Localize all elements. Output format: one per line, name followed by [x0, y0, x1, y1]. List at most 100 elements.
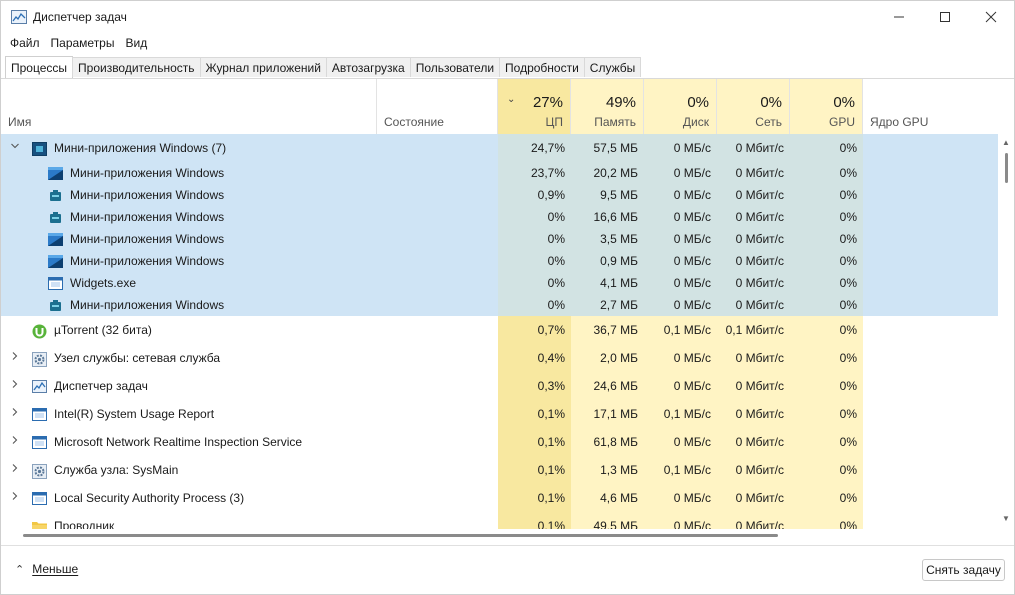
table-row[interactable]: Узел службы: сетевая служба 0,4% 2,0 МБ 0 М…	[1, 344, 998, 372]
table-row[interactable]: µTorrent (32 бита) 0,7% 36,7 МБ 0,1 МБ/с 0,1…	[1, 316, 998, 344]
process-net-cell: 0 Мбит/с	[735, 407, 784, 421]
header-cpu[interactable]: ⌄ 27% ЦП	[498, 79, 571, 134]
process-net-cell: 0 Мбит/с	[735, 141, 784, 155]
process-mem-cell: 20,2 МБ	[593, 166, 638, 180]
process-disk-cell: 0 МБ/с	[673, 379, 711, 393]
tab-app-history[interactable]: Журнал приложений	[199, 57, 327, 77]
process-net-cell: 0 Мбит/с	[735, 254, 784, 268]
tab-processes[interactable]: Процессы	[5, 56, 74, 78]
process-cpu-cell: 0,1%	[537, 435, 565, 449]
widgets-blue-icon	[48, 232, 63, 246]
header-memory[interactable]: 49% Память	[571, 79, 644, 134]
table-row[interactable]: Intel(R) System Usage Report 0,1% 17,1 МБ 0…	[1, 400, 998, 428]
widgets-blue-icon	[48, 166, 63, 180]
process-disk-cell: 0 МБ/с	[673, 166, 711, 180]
process-disk-cell: 0 МБ/с	[673, 519, 711, 529]
process-cpu-cell: 0%	[547, 254, 565, 268]
end-task-button[interactable]: Снять задачу	[922, 559, 1005, 581]
scroll-down-arrow-icon[interactable]: ▼	[1002, 514, 1010, 523]
process-cpu-cell: 0%	[547, 276, 565, 290]
table-row[interactable]: Мини-приложения Windows 0% 3,5 МБ 0 МБ/с 0 М…	[1, 228, 998, 250]
tab-services[interactable]: Службы	[583, 57, 642, 77]
tab-details[interactable]: Подробности	[499, 57, 585, 77]
header-gpu-engine[interactable]: Ядро GPU	[863, 79, 998, 134]
menu-view[interactable]: Вид	[125, 36, 147, 50]
process-cpu-cell: 0%	[547, 232, 565, 246]
table-row[interactable]: Диспетчер задач 0,3% 24,6 МБ 0 МБ/с 0 Мбит/с…	[1, 372, 998, 400]
chevron-right-icon[interactable]	[9, 435, 21, 448]
table-row[interactable]: Мини-приложения Windows 0% 16,6 МБ 0 МБ/с 0 …	[1, 206, 998, 228]
table-row[interactable]: Мини-приложения Windows 0% 2,7 МБ 0 МБ/с 0 М…	[1, 294, 998, 316]
process-name: Служба узла: SysMain	[54, 463, 179, 477]
process-name: µTorrent (32 бита)	[54, 323, 152, 337]
chevron-right-icon[interactable]	[9, 379, 21, 392]
process-mem-cell: 4,1 МБ	[600, 276, 638, 290]
tab-strip: Процессы Производительность Журнал прило…	[5, 56, 642, 78]
tab-users[interactable]: Пользователи	[409, 57, 501, 77]
process-mem-cell: 4,6 МБ	[600, 491, 638, 505]
table-row[interactable]: Local Security Authority Process (3) 0,1%…	[1, 484, 998, 512]
table-row[interactable]: Служба узла: SysMain 0,1% 1,3 МБ 0,1 МБ/с 0 …	[1, 456, 998, 484]
process-mem-cell: 61,8 МБ	[593, 435, 638, 449]
title-bar[interactable]: Диспетчер задач	[1, 1, 1014, 33]
exe-window-icon	[32, 491, 47, 505]
process-name: Local Security Authority Process (3)	[54, 491, 245, 505]
horizontal-scrollbar-thumb[interactable]	[23, 534, 778, 537]
table-row[interactable]: Widgets.exe 0% 4,1 МБ 0 МБ/с 0 Мбит/с 0%	[1, 272, 998, 294]
table-row[interactable]: Microsoft Network Realtime Inspection Se…	[1, 428, 998, 456]
maximize-button[interactable]	[922, 1, 968, 33]
process-net-cell: 0 Мбит/с	[735, 210, 784, 224]
process-name: Мини-приложения Windows	[70, 188, 225, 202]
table-row[interactable]: Проводник 0,1% 49,5 МБ 0 МБ/с 0 Мбит/с 0%	[1, 512, 998, 529]
chevron-right-icon[interactable]	[9, 491, 21, 504]
process-name: Мини-приложения Windows (7)	[54, 141, 227, 155]
header-network[interactable]: 0% Сеть	[717, 79, 790, 134]
table-row[interactable]: Мини-приложения Windows 23,7% 20,2 МБ 0 МБ/…	[1, 162, 998, 184]
exe-window-icon	[48, 276, 63, 290]
header-disk[interactable]: 0% Диск	[644, 79, 717, 134]
header-name[interactable]: Имя	[1, 79, 377, 134]
process-net-cell: 0 Мбит/с	[735, 351, 784, 365]
task-manager-app-icon	[11, 10, 27, 24]
widgets-group-icon	[32, 141, 47, 156]
folder-icon	[32, 520, 47, 529]
process-name-cell: Intel(R) System Usage Report	[32, 400, 214, 428]
process-name-cell: Узел службы: сетевая служба	[32, 344, 220, 372]
close-button[interactable]	[968, 1, 1014, 33]
process-name-cell: Мини-приложения Windows	[48, 184, 224, 206]
process-mem-cell: 2,7 МБ	[600, 298, 638, 312]
header-state[interactable]: Состояние	[377, 79, 498, 134]
process-cpu-cell: 0,1%	[537, 463, 565, 477]
widgets-teal-icon	[48, 299, 63, 312]
menu-options[interactable]: Параметры	[51, 36, 115, 50]
process-disk-cell: 0,1 МБ/с	[663, 463, 711, 477]
process-name-cell: Служба узла: SysMain	[32, 456, 178, 484]
process-name: Widgets.exe	[70, 276, 137, 290]
tab-performance[interactable]: Производительность	[72, 57, 201, 77]
menu-file[interactable]: Файл	[10, 36, 40, 50]
vertical-scrollbar-thumb[interactable]	[1005, 153, 1008, 183]
process-net-cell: 0 Мбит/с	[735, 276, 784, 290]
process-net-cell: 0 Мбит/с	[735, 435, 784, 449]
tab-startup[interactable]: Автозагрузка	[325, 57, 411, 77]
gear-icon	[32, 351, 47, 367]
chevron-down-icon[interactable]	[9, 141, 21, 154]
chevron-right-icon[interactable]	[9, 463, 21, 476]
process-disk-cell: 0 МБ/с	[673, 298, 711, 312]
process-name: Мини-приложения Windows	[70, 232, 225, 246]
process-disk-cell: 0 МБ/с	[673, 276, 711, 290]
fewer-details-button[interactable]: ⌃ Меньше	[15, 562, 78, 576]
process-cpu-cell: 0,3%	[537, 379, 565, 393]
window-title: Диспетчер задач	[33, 10, 127, 24]
table-row[interactable]: Мини-приложения Windows 0,9% 9,5 МБ 0 МБ/с 0…	[1, 184, 998, 206]
header-gpu[interactable]: 0% GPU	[790, 79, 863, 134]
scroll-up-arrow-icon[interactable]: ▲	[1002, 138, 1010, 147]
task-manager-window: Диспетчер задач Файл Параметры Вид Проце…	[0, 0, 1015, 595]
chevron-right-icon[interactable]	[9, 407, 21, 420]
table-row[interactable]: Мини-приложения Windows (7) 24,7% 57,5 МБ 0…	[1, 134, 998, 162]
minimize-button[interactable]	[876, 1, 922, 33]
chevron-right-icon[interactable]	[9, 351, 21, 364]
process-cpu-cell: 23,7%	[530, 166, 565, 180]
process-cpu-cell: 24,7%	[530, 141, 565, 155]
table-row[interactable]: Мини-приложения Windows 0% 0,9 МБ 0 МБ/с 0 М…	[1, 250, 998, 272]
